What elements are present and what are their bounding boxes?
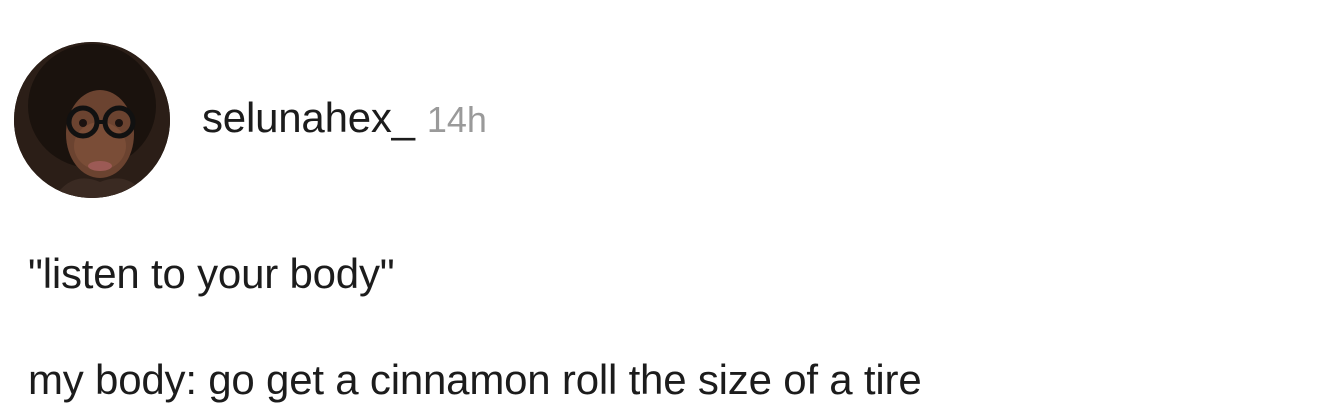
post-timestamp: 14h <box>426 99 487 140</box>
post: selunahex_ 14h "listen to your body" my … <box>0 0 1328 419</box>
profile-photo-icon <box>14 42 170 198</box>
post-header: selunahex_ 14h <box>14 42 487 198</box>
username-link[interactable]: selunahex_ <box>202 94 415 142</box>
post-meta: selunahex_ 14h <box>202 94 487 142</box>
avatar[interactable] <box>14 42 170 198</box>
post-text-line: my body: go get a cinnamon roll the size… <box>28 356 922 403</box>
post-text-line: "listen to your body" <box>28 250 395 297</box>
